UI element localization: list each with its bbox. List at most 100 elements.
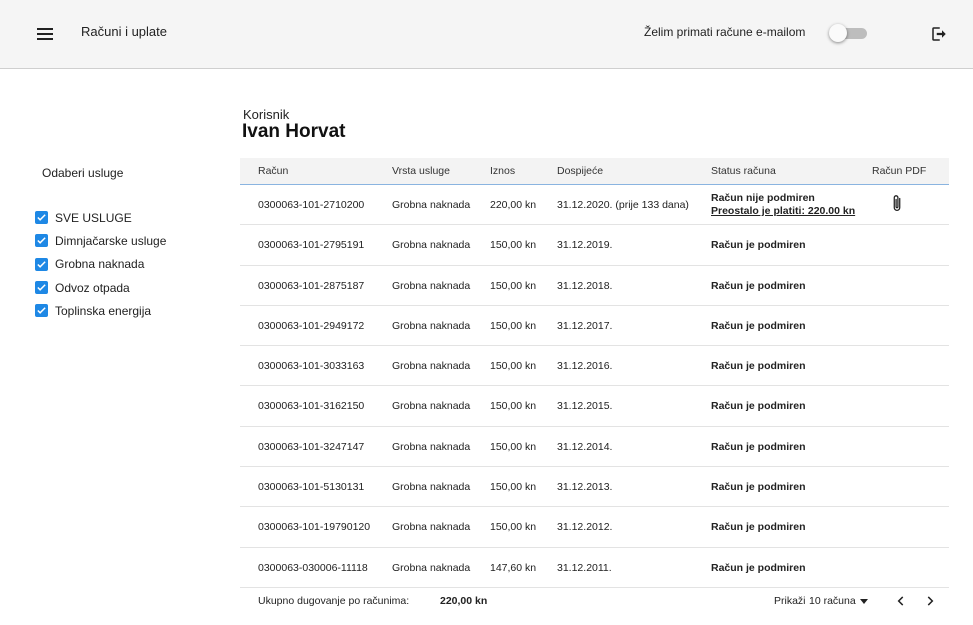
check-icon [37,237,46,245]
filter-label: Toplinska energija [55,303,152,318]
email-toggle-label: Želim primati račune e-mailom [644,25,806,39]
status-badge: Račun je podmiren [711,440,806,453]
amount: 150,00 kn [490,521,537,534]
check-icon [37,214,46,221]
table-row[interactable]: 0300063-101-3247147 Grobna naknada 150,00 … [240,427,949,468]
remaining-payment-link[interactable]: Preostalo je platiti: 220.00 kn [711,205,855,217]
total-debt-label: Ukupno dugovanje po računima: [258,595,410,607]
table-row[interactable]: 0300063-101-2710200 Grobna naknada 220,00 … [240,185,949,226]
amount: 150,00 kn [490,279,537,292]
menu-icon[interactable] [37,28,53,40]
invoice-number: 0300063-101-3033163 [258,360,365,373]
status-badge: Račun je podmiren [711,561,806,574]
column-header-due: Dospijeće [557,165,604,177]
filter-label: Dimnjačarske usluge [55,233,167,248]
table-row[interactable]: 0300063-101-2875187 Grobna naknada 150,00 … [240,266,949,306]
service-type: Grobna naknada [392,400,471,413]
page-size-label: Prikaži [774,595,806,607]
amount: 150,00 kn [490,319,537,332]
amount: 150,00 kn [490,360,537,373]
filter-item[interactable]: Toplinska energija [35,299,166,322]
invoice-table: Račun Vrsta usluge Iznos Dospijeće Statu… [240,158,949,588]
status-badge: Račun je podmiren [711,239,806,252]
chevron-left-icon[interactable] [894,594,908,608]
invoice-number: 0300063-101-2949172 [258,319,365,332]
user-name: Ivan Horvat [242,121,346,142]
due-date: 31.12.2011. [557,561,612,574]
invoice-number: 0300063-101-3247147 [258,440,365,453]
paperclip-icon[interactable] [891,194,903,214]
invoice-number: 0300063-101-19790120 [258,521,371,534]
filter-item[interactable]: Odvoz otpada [35,276,166,299]
status-badge: Račun je podmiren [711,521,806,534]
service-type: Grobna naknada [392,561,471,574]
due-date: 31.12.2015. [557,400,613,413]
status-badge: Račun je podmiren [711,481,806,494]
amount: 150,00 kn [490,440,537,453]
caret-down-icon[interactable] [860,599,868,604]
logout-icon[interactable] [930,25,948,43]
amount: 147,60 kn [490,561,537,574]
checkbox[interactable] [35,257,48,271]
invoice-number: 0300063-101-2875187 [258,279,365,292]
table-header: Račun Vrsta usluge Iznos Dospijeće Statu… [240,158,949,185]
amount: 220,00 kn [490,199,537,211]
filter-label: Grobna naknada [55,257,145,272]
amount: 150,00 kn [490,400,537,413]
invoice-number: 0300063-101-3162150 [258,400,365,413]
service-type: Grobna naknada [392,521,471,534]
column-header-pdf: Račun PDF [872,165,927,177]
status-badge: Račun je podmiren [711,400,806,413]
filter-item[interactable]: Grobna naknada [35,253,166,276]
check-icon [37,260,46,268]
column-header-status: Status računa [711,165,776,177]
checkbox[interactable] [35,281,48,295]
due-date: 31.12.2020. (prije 133 dana) [557,199,689,211]
amount: 150,00 kn [490,481,537,494]
status-badge: Račun nije podmiren [711,192,815,204]
checkbox[interactable] [35,234,48,248]
service-type: Grobna naknada [392,319,471,332]
due-date: 31.12.2019. [557,239,613,252]
service-type: Grobna naknada [392,360,471,373]
check-icon [37,284,46,291]
service-type: Grobna naknada [392,199,471,211]
top-bar: Računi i uplate Želim primati račune e-m… [0,0,973,69]
due-date: 31.12.2018. [557,279,613,292]
page-size-select[interactable]: 10 računa [809,595,856,607]
table-body: 0300063-101-2710200 Grobna naknada 220,00 … [240,185,949,588]
service-type: Grobna naknada [392,481,471,494]
status-badge: Račun je podmiren [711,319,806,332]
toggle-knob [829,24,847,42]
filter-item[interactable]: Dimnjačarske usluge [35,229,166,252]
table-row[interactable]: 0300063-101-3033163 Grobna naknada 150,00 … [240,346,949,387]
email-toggle[interactable] [829,24,867,42]
due-date: 31.12.2017. [557,319,613,332]
invoice-number: 0300063-030006-11118 [258,561,368,574]
due-date: 31.12.2016. [557,360,613,373]
filter-label: SVE USLUGE [55,210,132,225]
checkbox[interactable] [35,211,48,225]
invoice-number: 0300063-101-2795191 [258,239,365,252]
amount: 150,00 kn [490,239,537,252]
table-row[interactable]: 0300063-101-5130131 Grobna naknada 150,00 … [240,467,949,508]
table-row[interactable]: 0300063-101-2949172 Grobna naknada 150,00 … [240,306,949,347]
user-label: Korisnik [243,107,290,122]
service-type: Grobna naknada [392,279,471,292]
table-footer: Ukupno dugovanje po računima: 220,00 kn … [240,589,949,613]
column-header-service: Vrsta usluge [392,165,450,177]
column-header-invoice: Račun [258,165,289,177]
column-header-amount: Iznos [490,165,516,177]
filter-item[interactable]: SVE USLUGE [35,206,166,229]
invoice-number: 0300063-101-2710200 [258,199,365,211]
status-badge: Račun je podmiren [711,360,806,373]
checkbox[interactable] [35,304,48,318]
table-row[interactable]: 0300063-101-2795191 Grobna naknada 150,00 … [240,225,949,266]
table-row[interactable]: 0300063-101-3162150 Grobna naknada 150,00 … [240,386,949,427]
table-row[interactable]: 0300063-101-19790120 Grobna naknada 150,00… [240,507,949,548]
service-type: Grobna naknada [392,440,471,453]
table-row[interactable]: 0300063-030006-11118 Grobna naknada 147,60… [240,548,949,588]
due-date: 31.12.2014. [557,440,613,453]
chevron-right-icon[interactable] [923,594,937,608]
service-filter-list: SVE USLUGE Dimnjačarske usluge Grobna nakn… [35,206,166,322]
